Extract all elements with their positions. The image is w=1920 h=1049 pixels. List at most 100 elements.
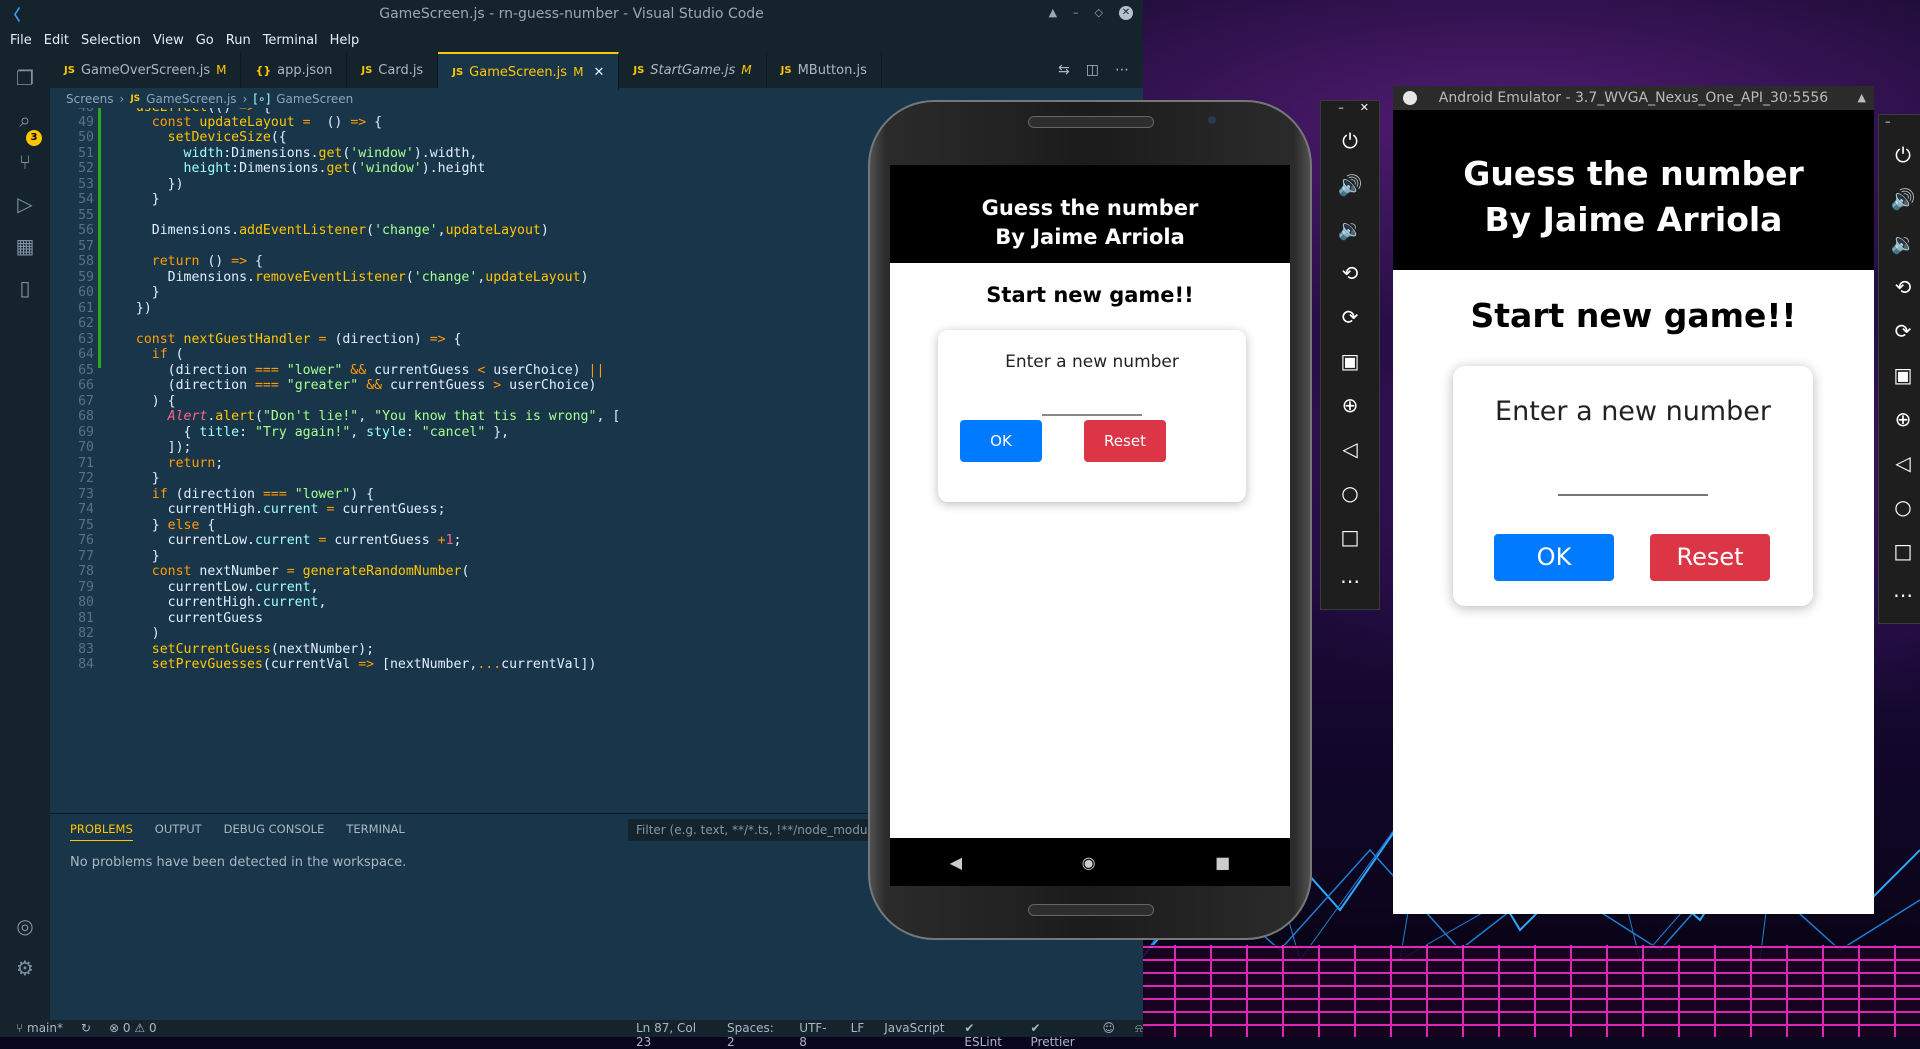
breadcrumb-folder[interactable]: Screens	[66, 92, 114, 106]
menu-edit[interactable]: Edit	[38, 33, 75, 48]
android-emulator-window: Android Emulator - 3.7_WVGA_Nexus_One_AP…	[1393, 86, 1874, 914]
problems-filter-input[interactable]: Filter (e.g. text, **/*.ts, !**/node_mod…	[628, 819, 878, 841]
volume-up-icon[interactable]: 🔊	[1321, 163, 1379, 207]
back-icon[interactable]: ◀	[950, 853, 962, 872]
book-icon[interactable]: ▯	[13, 276, 37, 300]
menu-file[interactable]: File	[4, 33, 38, 48]
encoding[interactable]: UTF-8	[799, 1021, 830, 1049]
compare-changes-icon[interactable]: ⇆	[1058, 62, 1070, 78]
tab-gameoverscreen[interactable]: JS GameOverScreen.js M	[50, 52, 242, 88]
menu-terminal[interactable]: Terminal	[257, 33, 324, 48]
tab-output[interactable]: OUTPUT	[155, 822, 202, 841]
run-debug-icon[interactable]: ▷	[13, 192, 37, 216]
zoom-icon[interactable]: ⊕	[1879, 397, 1920, 441]
explorer-icon[interactable]: ❐	[13, 66, 37, 90]
volume-down-icon[interactable]: 🔉	[1879, 221, 1920, 265]
screen-title: Start new game!!	[986, 283, 1194, 307]
maximize-icon[interactable]: ◇	[1095, 6, 1103, 20]
menu-selection[interactable]: Selection	[75, 33, 147, 48]
git-branch[interactable]: ⑂ main*	[16, 1021, 63, 1035]
home-icon[interactable]: ○	[1321, 471, 1379, 515]
minimize-icon[interactable]: –	[1338, 101, 1344, 119]
breadcrumb-file[interactable]: GameScreen.js	[146, 92, 236, 106]
menu-view[interactable]: View	[147, 33, 190, 48]
volume-up-icon[interactable]: 🔊	[1879, 177, 1920, 221]
power-icon[interactable]: ⏻	[1879, 133, 1920, 177]
emulator-app-icon	[1403, 91, 1417, 105]
tab-card[interactable]: JS Card.js	[347, 52, 439, 88]
overview-icon[interactable]: □	[1321, 515, 1379, 559]
rotate-left-icon[interactable]: ⟲	[1879, 265, 1920, 309]
window-title: GameScreen.js - rn-guess-number - Visual…	[379, 6, 764, 22]
reset-button[interactable]: Reset	[1650, 534, 1770, 581]
notifications-bell-icon[interactable]: ⍾	[1135, 1021, 1143, 1049]
tab-problems[interactable]: PROBLEMS	[70, 822, 133, 841]
home-icon[interactable]: ◉	[1082, 853, 1096, 872]
keep-above-icon[interactable]: ▲	[1858, 86, 1866, 110]
activity-bar: ❐ ⌕ ⑂ ▷ ▦ ▯ ◎ ⚙	[0, 52, 50, 1020]
reset-button[interactable]: Reset	[1084, 420, 1166, 462]
js-file-icon: JS	[452, 66, 464, 78]
tab-terminal[interactable]: TERMINAL	[346, 822, 404, 841]
problems-count[interactable]: ⊗ 0 ⚠ 0	[109, 1021, 157, 1035]
close-tab-icon[interactable]: ✕	[593, 65, 604, 80]
back-icon[interactable]: ◁	[1879, 441, 1920, 485]
settings-gear-icon[interactable]: ⚙	[13, 956, 37, 980]
number-input[interactable]	[1558, 494, 1708, 496]
close-icon[interactable]: ✕	[1119, 6, 1133, 20]
more-icon[interactable]: ⋯	[1321, 559, 1379, 603]
emulator-screen: Guess the number By Jaime Arriola Start …	[1393, 110, 1874, 914]
feedback-icon[interactable]: ☺	[1103, 1021, 1116, 1049]
language-mode[interactable]: JavaScript	[884, 1021, 944, 1049]
split-editor-icon[interactable]: ◫	[1086, 62, 1099, 78]
menu-help[interactable]: Help	[324, 33, 366, 48]
app-header: Guess the number By Jaime Arriola	[890, 165, 1290, 263]
ok-button[interactable]: OK	[960, 420, 1042, 462]
overview-icon[interactable]: □	[1879, 529, 1920, 573]
end-of-line[interactable]: LF	[851, 1021, 865, 1049]
sync-icon[interactable]: ↻	[81, 1021, 91, 1035]
camera-icon[interactable]: ▣	[1321, 339, 1379, 383]
rotate-left-icon[interactable]: ⟲	[1321, 251, 1379, 295]
source-control-icon[interactable]: ⑂	[13, 150, 37, 174]
zoom-icon[interactable]: ⊕	[1321, 383, 1379, 427]
minimize-icon[interactable]: –	[1885, 115, 1891, 133]
minimize-icon[interactable]: –	[1073, 6, 1079, 20]
tab-debug-console[interactable]: DEBUG CONSOLE	[224, 822, 325, 841]
keep-above-icon[interactable]: ▲	[1049, 6, 1057, 20]
extensions-icon[interactable]: ▦	[13, 234, 37, 258]
title-bar: 〈 GameScreen.js - rn-guess-number - Visu…	[0, 0, 1143, 28]
indentation[interactable]: Spaces: 2	[727, 1021, 779, 1049]
code-editor[interactable]: 48 useEffect(() => { 49 const updateLayo…	[50, 108, 870, 808]
account-icon[interactable]: ◎	[13, 914, 37, 938]
ok-button[interactable]: OK	[1494, 534, 1614, 581]
back-icon[interactable]: ◁	[1321, 427, 1379, 471]
breadcrumb-symbol[interactable]: GameScreen	[276, 92, 353, 106]
tab-mbutton[interactable]: JS MButton.js	[767, 52, 882, 88]
front-camera	[1208, 116, 1216, 124]
number-input[interactable]	[1042, 414, 1142, 416]
rotate-right-icon[interactable]: ⟳	[1321, 295, 1379, 339]
more-actions-icon[interactable]: ⋯	[1115, 62, 1129, 78]
header-title: Guess the number	[1463, 154, 1804, 193]
tab-app-json[interactable]: {} app.json	[241, 52, 348, 88]
recents-icon[interactable]: ■	[1215, 853, 1230, 872]
volume-down-icon[interactable]: 🔉	[1321, 207, 1379, 251]
menu-run[interactable]: Run	[220, 33, 257, 48]
rotate-right-icon[interactable]: ⟳	[1879, 309, 1920, 353]
modified-indicator: M	[216, 63, 227, 77]
js-file-icon: JS	[361, 64, 373, 76]
eslint-status[interactable]: ✔ ESLint	[964, 1021, 1010, 1049]
more-icon[interactable]: ⋯	[1879, 573, 1920, 617]
menu-go[interactable]: Go	[190, 33, 220, 48]
header-title: Guess the number	[981, 196, 1199, 220]
close-icon[interactable]: ✕	[1360, 101, 1369, 119]
cursor-position[interactable]: Ln 87, Col 23	[636, 1021, 707, 1049]
tab-gamescreen[interactable]: JS GameScreen.js M ✕	[438, 52, 620, 90]
search-icon[interactable]: ⌕	[13, 108, 37, 132]
power-icon[interactable]: ⏻	[1321, 119, 1379, 163]
tab-startgame[interactable]: JS StartGame.js M	[619, 52, 767, 88]
home-icon[interactable]: ○	[1879, 485, 1920, 529]
prettier-status[interactable]: ✔ Prettier	[1031, 1021, 1083, 1049]
camera-icon[interactable]: ▣	[1879, 353, 1920, 397]
